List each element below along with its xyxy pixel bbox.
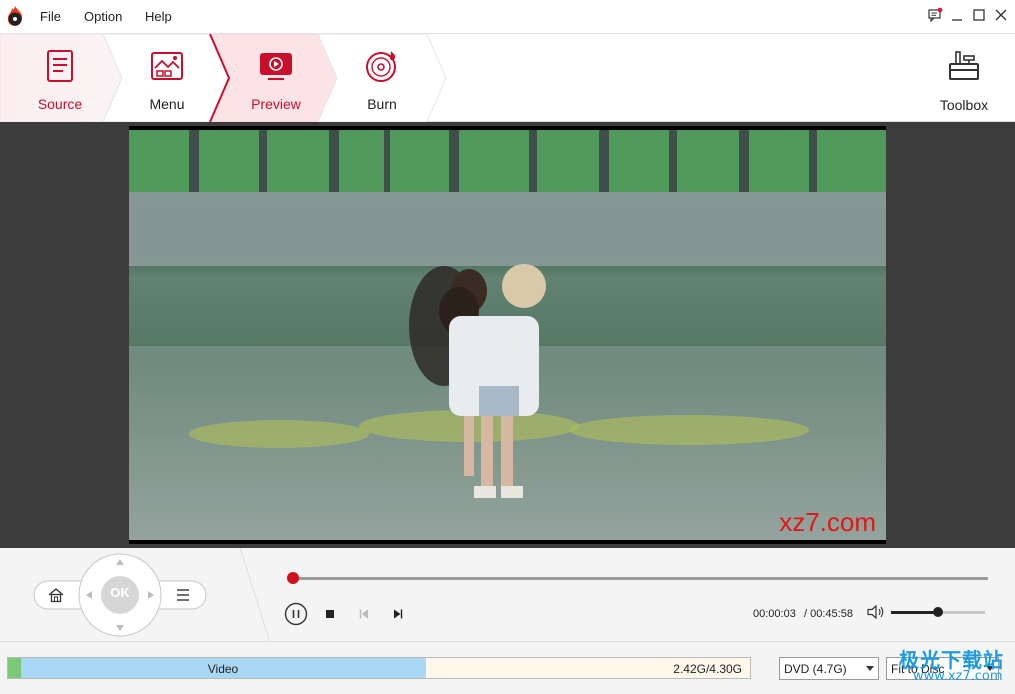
maximize-icon [973,9,985,21]
menu-template-icon [151,52,183,80]
disc-type-select[interactable]: DVD (4.7G) [779,657,879,680]
volume-handle[interactable] [933,607,943,617]
speaker-icon [867,604,884,620]
minimize-icon [952,19,962,21]
menu-option[interactable]: Option [84,9,122,24]
step-preview[interactable]: Preview [226,34,326,122]
stop-button[interactable] [318,602,342,626]
maximize-button[interactable] [970,6,988,24]
menu-file[interactable]: File [40,9,61,24]
seek-handle[interactable] [286,572,299,584]
volume-fill [891,611,938,614]
step-burn[interactable]: Burn [332,34,432,122]
step-source[interactable]: Source [10,34,110,122]
list-menu-icon [177,589,189,601]
preview-area: xz7.com [0,122,1015,548]
menu-help[interactable]: Help [145,9,172,24]
source-document-icon [47,50,73,82]
disc-capacity-bar: Video 2.42G/4.30G [7,657,751,679]
remote-home-button[interactable] [46,586,68,604]
volume-button[interactable] [866,604,886,620]
next-chapter-button[interactable] [386,602,410,626]
remote-panel [33,548,271,642]
status-bar: Video 2.42G/4.30G DVD (4.7G) Fit to Disc… [0,642,1015,694]
skip-previous-icon [359,609,368,619]
skip-next-icon [394,609,403,619]
minimize-button[interactable] [948,6,966,24]
step-burn-label: Burn [367,96,397,112]
video-still [129,126,886,544]
menu-bar: File Option Help [0,0,1015,34]
disc-type-value: DVD (4.7G) [784,662,847,676]
step-menu-label: Menu [149,96,185,112]
burn-disc-icon [366,51,396,82]
seek-bar[interactable] [292,577,988,580]
toolbox-button[interactable]: Toolbox [929,34,999,122]
video-frame[interactable]: xz7.com [129,126,886,544]
step-toolbar: Source Menu Preview Burn Toolbox [0,34,1015,122]
toolbox-icon [949,51,979,80]
feedback-icon [928,7,943,23]
close-icon [995,9,1007,21]
previous-chapter-button[interactable] [352,602,376,626]
site-logo-en: www.xz7.com [913,669,1003,684]
chevron-down-icon [866,666,874,671]
current-time: 00:00:03 [753,608,796,620]
site-watermark-logo: 极光下载站 www.xz7.com [885,644,1013,692]
preview-play-icon [260,53,292,80]
remote-menu-button[interactable] [174,586,194,604]
video-watermark: xz7.com [779,507,876,537]
step-preview-label: Preview [251,96,301,112]
pause-button[interactable] [284,602,308,626]
step-menu[interactable]: Menu [117,34,217,122]
feedback-button[interactable] [926,6,944,24]
step-source-label: Source [37,96,83,112]
toolbox-label: Toolbox [939,97,989,113]
remote-ok-button[interactable]: OK [101,585,139,605]
playback-controls: OK 00:00:03 / 00:45:58 [0,548,1015,642]
total-time: / 00:45:58 [804,608,853,620]
close-button[interactable] [992,6,1010,24]
capacity-video-label: Video [207,662,239,676]
pause-icon [284,602,308,626]
app-logo-icon [7,6,23,26]
home-icon [48,588,64,603]
capacity-size-text: 2.42G/4.30G [673,662,742,676]
stop-icon [326,610,334,618]
